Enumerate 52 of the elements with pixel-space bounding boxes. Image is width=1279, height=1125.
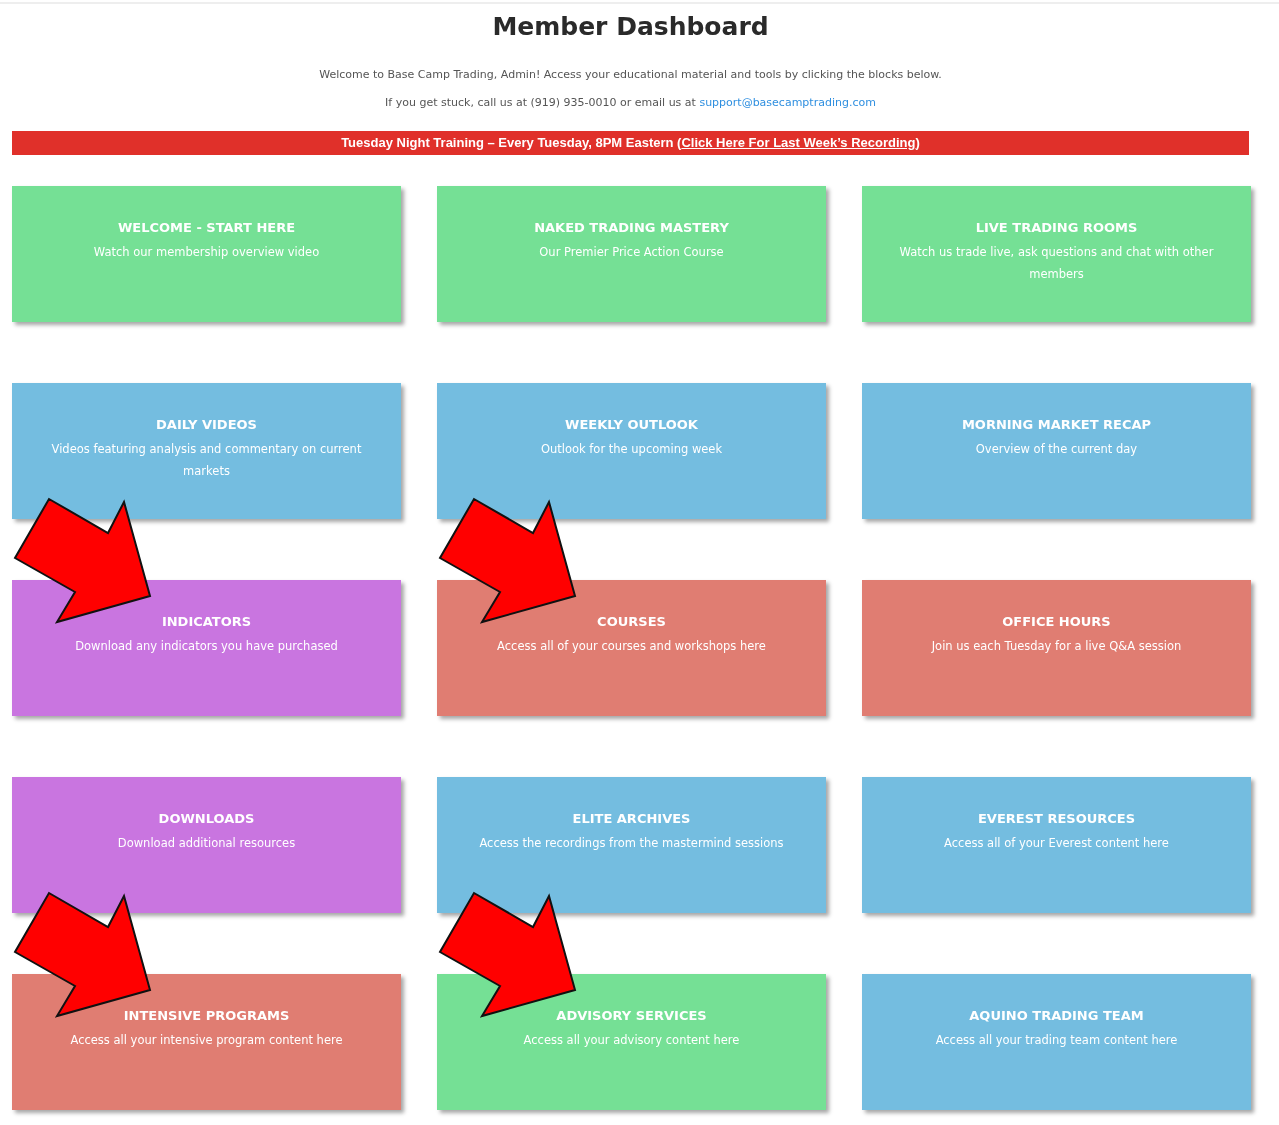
- tile-title: WEEKLY OUTLOOK: [565, 416, 698, 434]
- tile-description: Our Premier Price Action Course: [538, 244, 725, 261]
- dashboard-tile[interactable]: EVEREST RESOURCES Access all of your Everest content here: [862, 777, 1251, 913]
- tile-description: Download any indicators you have purchased: [74, 638, 339, 655]
- dashboard-tile[interactable]: LIVE TRADING ROOMS Watch us trade live, ask questions and chat with other members: [862, 186, 1251, 322]
- tile-title: INTENSIVE PROGRAMS: [123, 1007, 290, 1025]
- tile-title: OFFICE HOURS: [1002, 613, 1111, 631]
- dashboard-tile[interactable]: DAILY VIDEOS Videos featuring analysis and commentary on current markets: [12, 383, 401, 519]
- tile-title: INDICATORS: [161, 613, 252, 631]
- welcome-text: Welcome to Base Camp Trading, Admin! Access your educational material and tools by clicking the blocks below.: [318, 68, 943, 82]
- tile-title: ELITE ARCHIVES: [572, 810, 691, 828]
- tile-description: Join us each Tuesday for a live Q&A session: [930, 638, 1183, 655]
- tile-title: DOWNLOADS: [158, 810, 255, 828]
- dashboard-tile[interactable]: ELITE ARCHIVES Access the recordings from the mastermind sessions: [437, 777, 826, 913]
- tile-description: Watch our membership overview video: [92, 244, 321, 261]
- dashboard-tile[interactable]: COURSES Access all of your courses and workshops here: [437, 580, 826, 716]
- tile-title: LIVE TRADING ROOMS: [975, 219, 1138, 237]
- banner-text: Tuesday Night Training – Every Tuesday, 8PM Eastern (: [341, 135, 682, 150]
- tile-title: MORNING MARKET RECAP: [961, 416, 1152, 434]
- dashboard-tile[interactable]: WELCOME - START HERE Watch our membership overview video: [12, 186, 401, 322]
- banner-text: ): [915, 135, 920, 150]
- tile-description: Access all of your Everest content here: [943, 835, 1170, 852]
- tile-description: Watch us trade live, ask questions and chat with other members: [898, 244, 1215, 283]
- tile-description: Access the recordings from the mastermind sessions: [478, 835, 785, 852]
- dashboard-tile[interactable]: OFFICE HOURS Join us each Tuesday for a live Q&A session: [862, 580, 1251, 716]
- tile-description: Access all your advisory content here: [522, 1032, 741, 1049]
- dashboard-tile[interactable]: ADVISORY SERVICES Access all your advisory content here: [437, 974, 826, 1110]
- dashboard-tile[interactable]: INTENSIVE PROGRAMS Access all your intensive program content here: [12, 974, 401, 1110]
- dashboard-tile[interactable]: MORNING MARKET RECAP Overview of the current day: [862, 383, 1251, 519]
- tile-title: WELCOME - START HERE: [117, 219, 296, 237]
- dashboard-tile[interactable]: INDICATORS Download any indicators you have purchased: [12, 580, 401, 716]
- email-link[interactable]: support@basecamptrading.com: [699, 96, 876, 109]
- tile-title: ADVISORY SERVICES: [556, 1007, 707, 1025]
- tile-description: Videos featuring analysis and commentary on current markets: [50, 441, 363, 480]
- tile-description: Download additional resources: [116, 835, 297, 852]
- tile-title: EVEREST RESOURCES: [977, 810, 1136, 828]
- tile-title: COURSES: [597, 613, 666, 631]
- tile-title: DAILY VIDEOS: [156, 416, 257, 434]
- dashboard-tile[interactable]: NAKED TRADING MASTERY Our Premier Price Action Course: [437, 186, 826, 322]
- dashboard-tile[interactable]: WEEKLY OUTLOOK Outlook for the upcoming week: [437, 383, 826, 519]
- tile-description: Outlook for the upcoming week: [539, 441, 724, 458]
- contact-text: If you get stuck, call us at (919) 935-0010 or email us at: [385, 96, 696, 109]
- tile-description: Access all of your courses and workshops here: [496, 638, 767, 655]
- tile-description: Access all your trading team content here: [934, 1032, 1179, 1049]
- recording-link[interactable]: Click Here For Last Week’s Recording: [681, 135, 916, 150]
- tile-description: Overview of the current day: [974, 441, 1139, 458]
- dashboard-tile[interactable]: AQUINO TRADING TEAM Access all your trading team content here: [862, 974, 1251, 1110]
- tile-title: AQUINO TRADING TEAM: [969, 1007, 1144, 1025]
- tile-title: NAKED TRADING MASTERY: [534, 219, 729, 237]
- dashboard-tile[interactable]: DOWNLOADS Download additional resources: [12, 777, 401, 913]
- tile-description: Access all your intensive program content here: [69, 1032, 344, 1049]
- page-title: Member Dashboard: [491, 11, 770, 43]
